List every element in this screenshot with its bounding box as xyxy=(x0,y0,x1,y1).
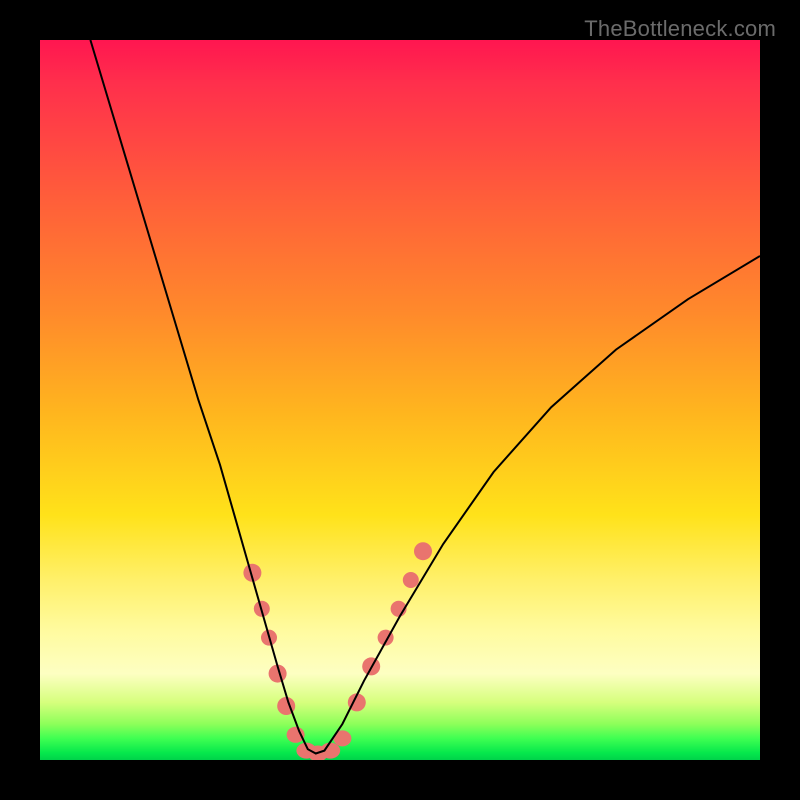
bottleneck-curve xyxy=(90,40,760,754)
plot-area xyxy=(40,40,760,760)
chart-frame: TheBottleneck.com xyxy=(0,0,800,800)
marker-dot xyxy=(403,572,419,588)
watermark-text: TheBottleneck.com xyxy=(584,16,776,42)
marker-dot xyxy=(414,542,432,560)
marker-group xyxy=(243,542,432,760)
chart-overlay xyxy=(40,40,760,760)
